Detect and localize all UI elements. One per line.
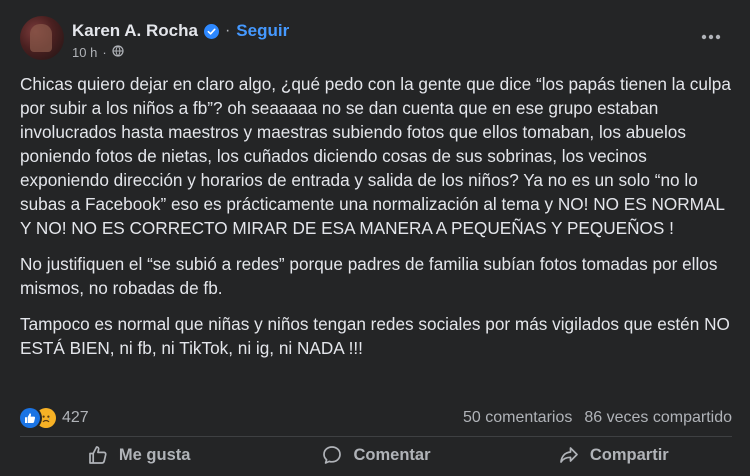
post-meta: 10 h · <box>72 45 124 60</box>
post-stats: 427 50 comentarios 86 veces compartido <box>20 406 732 432</box>
post-actions: Me gusta Comentar Compartir <box>20 436 732 473</box>
comment-button[interactable]: Comentar <box>257 438 494 472</box>
meta-separator: · <box>102 45 107 60</box>
post-body: Chicas quiero dejar en claro algo, ¿qué … <box>20 72 736 372</box>
post-header: Karen A. Rocha · Seguir 10 h · <box>20 16 730 66</box>
author-row: Karen A. Rocha · Seguir <box>72 19 289 43</box>
shares-count[interactable]: 86 veces compartido <box>584 409 732 427</box>
like-reaction-icon <box>20 408 40 428</box>
like-label: Me gusta <box>118 445 191 464</box>
facebook-post: Karen A. Rocha · Seguir 10 h · Chicas qu… <box>0 0 750 476</box>
author-name[interactable]: Karen A. Rocha <box>72 21 198 41</box>
separator-dot: · <box>224 22 231 39</box>
follow-button[interactable]: Seguir <box>236 21 289 41</box>
share-icon <box>558 444 580 466</box>
post-paragraph: No justifiquen el “se subió a redes” por… <box>20 254 718 298</box>
share-button[interactable]: Compartir <box>495 438 732 472</box>
like-button[interactable]: Me gusta <box>20 438 257 472</box>
comments-count[interactable]: 50 comentarios <box>463 409 572 427</box>
verified-badge-icon <box>203 23 219 39</box>
globe-icon <box>112 45 124 60</box>
comment-label: Comentar <box>353 445 431 464</box>
post-time[interactable]: 10 h <box>72 45 97 60</box>
avatar[interactable] <box>20 16 64 60</box>
thumbs-up-icon <box>87 444 109 466</box>
share-label: Compartir <box>589 445 669 464</box>
reactions-summary[interactable]: 427 <box>20 408 89 428</box>
post-paragraph: Tampoco es normal que niñas y niños teng… <box>20 314 730 358</box>
more-options-icon[interactable] <box>696 22 726 52</box>
comment-icon <box>321 444 343 466</box>
engagement-counts: 50 comentarios 86 veces compartido <box>463 409 732 427</box>
reaction-count: 427 <box>62 409 89 426</box>
post-paragraph: Chicas quiero dejar en claro algo, ¿qué … <box>20 74 731 238</box>
